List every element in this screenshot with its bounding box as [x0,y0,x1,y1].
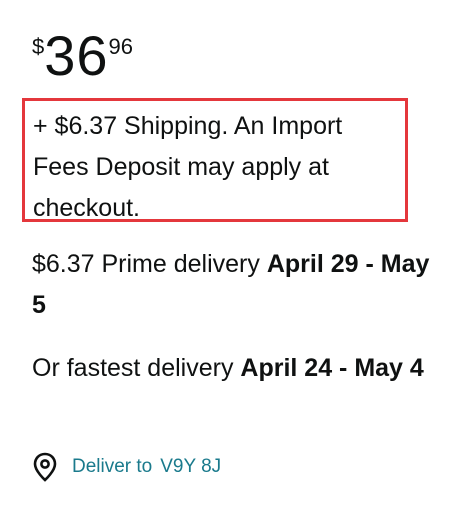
location-pin-icon [32,452,58,482]
fastest-delivery-prefix: Or fastest delivery [32,354,241,382]
shipping-note: + $6.37 Shipping. An Import Fees Deposit… [33,112,343,222]
price-whole: 36 [44,24,109,87]
shipping-note-highlight: + $6.37 Shipping. An Import Fees Deposit… [22,98,408,222]
price-currency-symbol: $ [32,34,45,59]
prime-delivery-prefix: $6.37 Prime delivery [32,250,267,278]
deliver-to-label: Deliver to [72,456,153,477]
deliver-to-postal-code: V9Y 8J [160,456,222,477]
fastest-delivery-dates: April 24 - May 4 [240,354,424,382]
price: $ 36 96 [32,28,133,84]
price-fraction: 96 [108,34,134,59]
prime-delivery: $6.37 Prime delivery April 29 - May 5 [32,244,442,326]
deliver-to-link[interactable]: Deliver to V9Y 8J [32,452,221,482]
fastest-delivery: Or fastest delivery April 24 - May 4 [32,348,442,389]
